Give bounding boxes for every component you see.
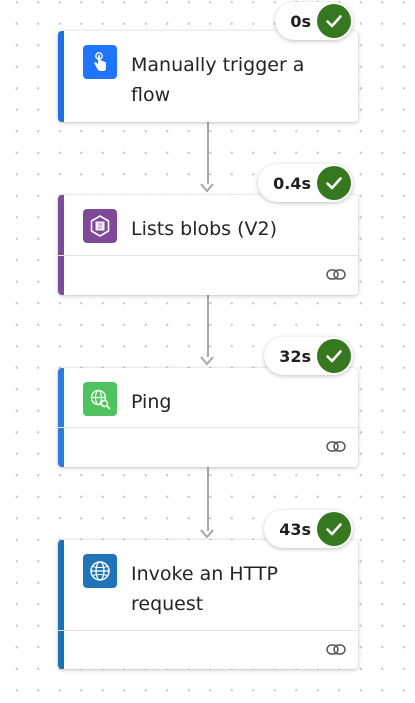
arrow-down-icon: [200, 183, 214, 193]
step-title: Invoke an HTTP request: [131, 563, 278, 615]
step-duration: 32s: [279, 346, 311, 366]
success-check-icon: [317, 339, 351, 373]
success-check-icon: [317, 166, 351, 200]
globe-icon: [83, 554, 117, 588]
step-title: Manually trigger a flow: [131, 54, 305, 106]
blob-storage-icon: 10 01: [83, 209, 117, 243]
step-footer: [58, 255, 358, 295]
step-status-badge[interactable]: 0s: [275, 2, 353, 40]
flow-step-invoke-http-request[interactable]: Invoke an HTTP request: [58, 540, 358, 669]
flow-step-lists-blobs[interactable]: 10 01 Lists blobs (V2): [58, 195, 358, 295]
connection-link-icon[interactable]: [326, 642, 346, 658]
flow-step-manual-trigger[interactable]: Manually trigger a flow: [58, 31, 358, 122]
success-check-icon: [317, 4, 351, 38]
arrow-down-icon: [200, 529, 214, 539]
step-status-badge[interactable]: 0.4s: [258, 164, 353, 202]
step-header[interactable]: Ping: [58, 368, 358, 426]
step-status-badge[interactable]: 32s: [264, 337, 353, 375]
step-title: Ping: [131, 391, 172, 413]
connection-link-icon[interactable]: [326, 267, 346, 283]
arrow-down-icon: [200, 356, 214, 366]
globe-search-icon: [83, 382, 117, 416]
step-header[interactable]: Manually trigger a flow: [58, 31, 358, 121]
step-footer: [58, 427, 358, 467]
step-duration: 43s: [279, 519, 311, 539]
connector-line: [207, 295, 209, 357]
step-duration: 0s: [290, 11, 311, 31]
flow-step-ping[interactable]: Ping: [58, 368, 358, 467]
connector-line: [207, 122, 209, 184]
step-status-badge[interactable]: 43s: [264, 510, 353, 548]
touch-hand-icon: [83, 45, 117, 79]
step-duration: 0.4s: [273, 173, 311, 193]
step-header[interactable]: Invoke an HTTP request: [58, 540, 358, 630]
connector-line: [207, 467, 209, 531]
step-footer: [58, 630, 358, 669]
success-check-icon: [317, 512, 351, 546]
step-title: Lists blobs (V2): [131, 218, 278, 240]
step-header[interactable]: 10 01 Lists blobs (V2): [58, 195, 358, 253]
connection-link-icon[interactable]: [326, 439, 346, 455]
svg-text:01: 01: [98, 226, 102, 230]
